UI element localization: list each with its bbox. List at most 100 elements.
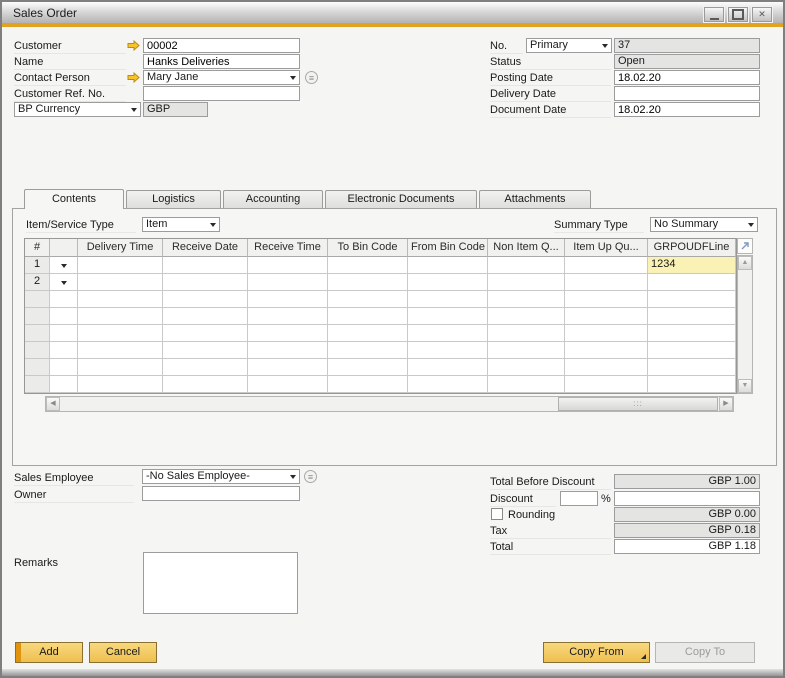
scroll-left-icon[interactable]: ◀: [46, 397, 60, 411]
column-header-[interactable]: #: [25, 239, 50, 257]
grid-cell[interactable]: [565, 325, 648, 342]
scroll-right-icon[interactable]: ▶: [719, 397, 733, 411]
grid-cell[interactable]: [248, 274, 328, 291]
grid-cell[interactable]: [328, 325, 408, 342]
tab-accounting[interactable]: Accounting: [223, 190, 323, 208]
grid-cell[interactable]: [648, 359, 736, 376]
column-header-receive-time[interactable]: Receive Time: [248, 239, 328, 257]
grid-cell[interactable]: [648, 325, 736, 342]
column-header-to-bin-code[interactable]: To Bin Code: [328, 239, 408, 257]
define-new-icon[interactable]: ≡: [304, 470, 317, 483]
grid-cell[interactable]: [163, 325, 248, 342]
column-header-item-up-qu[interactable]: Item Up Qu...: [565, 239, 648, 257]
grid-cell[interactable]: [488, 325, 565, 342]
grid-cell[interactable]: [248, 308, 328, 325]
grid-cell[interactable]: [50, 325, 78, 342]
grid-cell[interactable]: [488, 257, 565, 274]
grid-cell[interactable]: [565, 308, 648, 325]
link-arrow-icon[interactable]: [127, 72, 140, 83]
tab-contents[interactable]: Contents: [24, 189, 124, 209]
column-header-row-type[interactable]: [50, 239, 78, 257]
customer-input[interactable]: [143, 38, 300, 53]
grid-cell[interactable]: [328, 257, 408, 274]
row-type-dropdown[interactable]: [50, 257, 78, 274]
tab-attachments[interactable]: Attachments: [479, 190, 591, 208]
grid-cell[interactable]: [163, 274, 248, 291]
grid-cell[interactable]: [50, 308, 78, 325]
column-header-from-bin-code[interactable]: From Bin Code: [408, 239, 488, 257]
grid-cell[interactable]: [78, 274, 163, 291]
grid-cell[interactable]: [78, 257, 163, 274]
grid-cell[interactable]: [408, 257, 488, 274]
discount-percent-input[interactable]: [560, 491, 598, 506]
row-number[interactable]: [25, 359, 50, 376]
add-button[interactable]: Add: [15, 642, 83, 663]
grid-cell[interactable]: [163, 359, 248, 376]
minimize-button[interactable]: [703, 6, 725, 23]
grid-vertical-scrollbar[interactable]: ▲ ▼: [737, 255, 753, 394]
grid-horizontal-scrollbar[interactable]: ◀ ▶ :::: [45, 396, 734, 412]
grid-cell[interactable]: [163, 257, 248, 274]
grid-cell[interactable]: [78, 342, 163, 359]
close-button[interactable]: ✕: [751, 6, 773, 23]
grid-cell[interactable]: [565, 376, 648, 393]
copy-to-button[interactable]: Copy To: [655, 642, 755, 663]
scrollbar-thumb[interactable]: :::: [558, 397, 718, 411]
grid-cell[interactable]: [163, 308, 248, 325]
column-header-delivery-time[interactable]: Delivery Time: [78, 239, 163, 257]
grid-cell[interactable]: [408, 274, 488, 291]
summary-type-select[interactable]: No Summary: [650, 217, 758, 232]
row-number[interactable]: 1: [25, 257, 50, 274]
grid-cell[interactable]: [50, 376, 78, 393]
link-arrow-icon[interactable]: [127, 40, 140, 51]
row-number[interactable]: [25, 308, 50, 325]
grid-cell[interactable]: [248, 325, 328, 342]
grid-cell[interactable]: [565, 257, 648, 274]
grid-cell[interactable]: [565, 274, 648, 291]
grid-cell[interactable]: [78, 291, 163, 308]
grid-cell[interactable]: [328, 274, 408, 291]
row-number[interactable]: 2: [25, 274, 50, 291]
rounding-checkbox[interactable]: [491, 508, 503, 520]
remarks-textarea[interactable]: [143, 552, 298, 614]
scroll-up-icon[interactable]: ▲: [738, 256, 752, 270]
grid-cell[interactable]: [488, 274, 565, 291]
bp-currency-select[interactable]: BP Currency: [14, 102, 141, 117]
column-header-non-item-q[interactable]: Non Item Q...: [488, 239, 565, 257]
tab-electronic-documents[interactable]: Electronic Documents: [325, 190, 477, 208]
grid-cell[interactable]: [248, 291, 328, 308]
grid-cell[interactable]: [328, 342, 408, 359]
row-number[interactable]: [25, 342, 50, 359]
row-type-dropdown[interactable]: [50, 274, 78, 291]
grid-cell[interactable]: [78, 325, 163, 342]
grid-cell[interactable]: [408, 291, 488, 308]
grid-cell[interactable]: [488, 308, 565, 325]
grid-cell[interactable]: [408, 359, 488, 376]
grid-cell[interactable]: [488, 291, 565, 308]
grid-cell[interactable]: [78, 376, 163, 393]
grid-cell[interactable]: [408, 325, 488, 342]
maximize-button[interactable]: [727, 6, 749, 23]
grid-cell[interactable]: [78, 308, 163, 325]
grid-cell[interactable]: [648, 342, 736, 359]
grid-cell[interactable]: [408, 342, 488, 359]
grid-cell[interactable]: [50, 291, 78, 308]
cell-grpoudfline[interactable]: 1234: [648, 257, 736, 274]
grid-cell[interactable]: [565, 291, 648, 308]
item-service-type-select[interactable]: Item: [142, 217, 220, 232]
discount-amount-input[interactable]: [614, 491, 760, 506]
grid-cell[interactable]: [163, 342, 248, 359]
grid-cell[interactable]: [248, 342, 328, 359]
grid-cell[interactable]: [328, 359, 408, 376]
grid-cell[interactable]: [248, 359, 328, 376]
grid-cell[interactable]: [328, 308, 408, 325]
column-header-receive-date[interactable]: Receive Date: [163, 239, 248, 257]
expand-grid-icon[interactable]: [737, 238, 753, 254]
define-new-icon[interactable]: ≡: [305, 71, 318, 84]
grid-cell[interactable]: [163, 376, 248, 393]
delivery-date-input[interactable]: [614, 86, 760, 101]
customer-ref-input[interactable]: [143, 86, 300, 101]
grid-cell[interactable]: [648, 274, 736, 291]
copy-from-button[interactable]: Copy From: [543, 642, 650, 663]
grid-cell[interactable]: [248, 376, 328, 393]
